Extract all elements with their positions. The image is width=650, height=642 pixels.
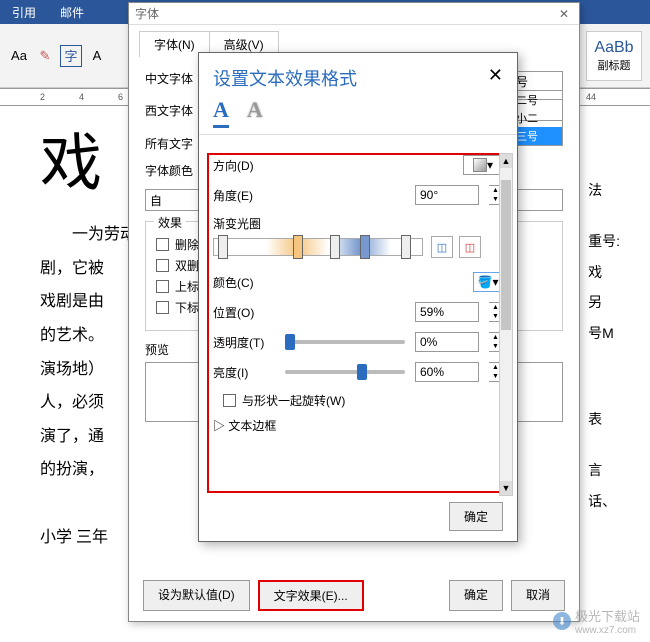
checkbox-dblstrike[interactable] (156, 259, 169, 272)
text-effects-dialog: ✕ 设置文本效果格式 A A 方向(D) ▾ 角度(E) 90° ▲ ▼ 渐变光圈 (198, 52, 518, 542)
add-stop-icon[interactable]: ◫ (431, 236, 453, 258)
transparency-slider[interactable] (285, 340, 405, 344)
paint-bucket-icon: 🪣 (478, 275, 493, 289)
style-sample-text: AaBb (594, 39, 633, 57)
watermark-logo-icon: ⬇ (553, 612, 571, 630)
watermark: ⬇ 极光下载站 www.xz7.com (553, 606, 640, 636)
style-subtitle[interactable]: AaBb 副标题 (586, 31, 642, 81)
set-default-button[interactable]: 设为默认值(D) (143, 580, 250, 611)
gradient-slider[interactable] (213, 238, 423, 256)
lbl-strike: 删除 (175, 236, 199, 253)
lbl-super: 上标 (175, 278, 199, 295)
lbl-sub: 下标 (175, 299, 199, 316)
section-text-outline[interactable]: ▷ 文本边框 (213, 417, 503, 434)
checkbox-sub[interactable] (156, 301, 169, 314)
phonetic-icon[interactable]: A (86, 45, 108, 67)
char-border-icon[interactable]: 字 (60, 45, 82, 67)
checkbox-strike[interactable] (156, 238, 169, 251)
right-column-text: 法 重号: 戏 另 号M 表 言 话、 (588, 175, 620, 516)
size-option-selected[interactable]: 三号 (512, 127, 562, 145)
hint: 另 (588, 287, 620, 318)
ok-button[interactable]: 确定 (449, 580, 503, 611)
fx-tab-effects-icon[interactable]: A (247, 97, 263, 128)
font-dialog-title: 字体 (135, 5, 159, 22)
size-option[interactable]: 二号 (512, 91, 562, 109)
lbl-rotate-with-shape: 与形状一起旋转(W) (242, 392, 345, 409)
transparency-input[interactable]: 0% (415, 332, 479, 352)
fx-tab-fill-icon[interactable]: A (213, 97, 229, 128)
scroll-down-icon[interactable]: ▼ (500, 481, 512, 495)
scroll-up-icon[interactable]: ▲ (500, 154, 512, 168)
close-icon[interactable]: ✕ (488, 65, 503, 86)
brightness-input[interactable]: 60% (415, 362, 479, 382)
change-case-icon[interactable]: Aa (8, 45, 30, 67)
checkbox-rotate-with-shape[interactable] (223, 394, 236, 407)
hint: 号M (588, 318, 620, 349)
scrollbar[interactable]: ▲ ▼ (499, 153, 513, 496)
size-input[interactable]: 号 (511, 71, 563, 91)
gradient-stop[interactable] (293, 235, 303, 259)
position-input[interactable]: 59% (415, 302, 479, 322)
lbl-transparency: 透明度(T) (213, 334, 275, 351)
ruler-mark: 44 (586, 92, 596, 102)
hint: 戏 (588, 257, 620, 288)
effects-legend: 效果 (154, 214, 186, 231)
angle-input[interactable]: 90° (415, 185, 479, 205)
brightness-slider[interactable] (285, 370, 405, 374)
ruler-mark: 6 (118, 92, 123, 102)
ruler-mark: 2 (40, 92, 45, 102)
hint: 言 (588, 455, 620, 486)
watermark-text: 极光下载站 (575, 606, 640, 625)
section-label: 文本边框 (228, 419, 276, 433)
watermark-url: www.xz7.com (575, 625, 640, 636)
checkbox-super[interactable] (156, 280, 169, 293)
style-name: 副标题 (598, 57, 631, 73)
hint: 表 (588, 404, 620, 435)
lbl-brightness: 亮度(I) (213, 364, 275, 381)
lbl-fx-color: 颜色(C) (213, 274, 275, 291)
gradient-stop[interactable] (360, 235, 370, 259)
lbl-position: 位置(O) (213, 304, 275, 321)
lbl-direction: 方向(D) (213, 157, 275, 174)
ribbon-tab-reference[interactable]: 引用 (0, 0, 48, 25)
ribbon-tab-mail[interactable]: 邮件 (48, 0, 96, 25)
size-option[interactable]: 小二 (512, 109, 562, 127)
remove-stop-icon[interactable]: ◫ (459, 236, 481, 258)
scroll-thumb[interactable] (501, 180, 511, 330)
gradient-stop[interactable] (218, 235, 228, 259)
close-icon[interactable]: ✕ (555, 7, 573, 21)
lbl-angle: 角度(E) (213, 187, 275, 204)
lbl-dblstrike: 双删 (175, 257, 199, 274)
gradient-stop[interactable] (401, 235, 411, 259)
fx-ok-button[interactable]: 确定 (449, 502, 503, 531)
ruler-mark: 4 (79, 92, 84, 102)
lbl-grad-stops: 渐变光圈 (213, 215, 503, 232)
hint: 重号: (588, 226, 620, 257)
clear-format-icon[interactable]: ✎ (34, 45, 56, 67)
hint: 法 (588, 175, 620, 206)
chevron-right-icon: ▷ (213, 419, 225, 433)
direction-picker[interactable]: ▾ (463, 155, 503, 175)
fx-dialog-title: 设置文本效果格式 (199, 53, 517, 97)
gradient-stop-selected[interactable] (330, 235, 340, 259)
text-effects-button[interactable]: 文字效果(E)... (258, 580, 364, 611)
hint: 话、 (588, 486, 620, 517)
